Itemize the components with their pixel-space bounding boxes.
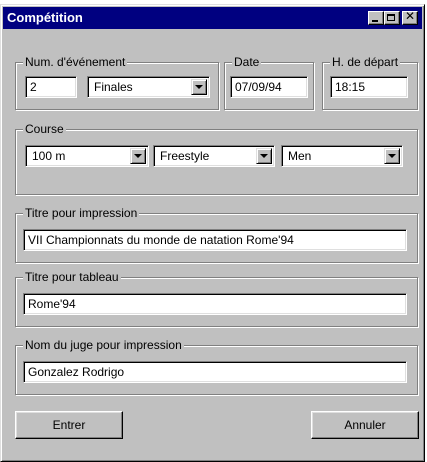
print-title-field[interactable]: VII Championnats du monde de natation Ro… bbox=[23, 229, 407, 251]
gender-dropdown-button[interactable] bbox=[384, 148, 400, 164]
title-bar[interactable]: Compétition ✕ bbox=[3, 7, 422, 29]
close-icon: ✕ bbox=[404, 9, 416, 23]
maximize-icon bbox=[387, 14, 395, 21]
event-number-label: Num. d'événement bbox=[23, 55, 128, 69]
start-time-field[interactable]: 18:15 bbox=[330, 76, 408, 98]
round-select-value: Finales bbox=[94, 80, 133, 94]
start-time-label: H. de départ bbox=[330, 55, 401, 69]
cancel-button[interactable]: Annuler bbox=[311, 411, 419, 439]
minimize-icon bbox=[372, 20, 378, 22]
chevron-down-icon bbox=[134, 154, 142, 158]
event-number-field[interactable]: 2 bbox=[25, 76, 77, 98]
close-button[interactable]: ✕ bbox=[402, 9, 418, 25]
enter-button[interactable]: Entrer bbox=[15, 411, 123, 439]
stroke-select[interactable]: Freestyle bbox=[153, 145, 275, 167]
chevron-down-icon bbox=[195, 85, 203, 89]
chevron-down-icon bbox=[388, 154, 396, 158]
distance-dropdown-button[interactable] bbox=[130, 148, 146, 164]
minimize-button[interactable] bbox=[368, 11, 384, 25]
round-dropdown-button[interactable] bbox=[191, 79, 207, 95]
board-title-field[interactable]: Rome'94 bbox=[23, 293, 407, 315]
judge-field[interactable]: Gonzalez Rodrigo bbox=[23, 361, 407, 383]
date-field[interactable]: 07/09/94 bbox=[230, 76, 308, 98]
window-title: Compétition bbox=[7, 10, 83, 25]
judge-label: Nom du juge pour impression bbox=[23, 338, 184, 352]
race-label: Course bbox=[23, 122, 66, 136]
maximize-button[interactable] bbox=[384, 11, 400, 25]
stroke-dropdown-button[interactable] bbox=[256, 148, 272, 164]
round-select[interactable]: Finales bbox=[87, 76, 210, 98]
print-title-label: Titre pour impression bbox=[23, 206, 140, 220]
stroke-select-value: Freestyle bbox=[160, 149, 210, 163]
date-label: Date bbox=[232, 55, 262, 69]
chevron-down-icon bbox=[260, 154, 268, 158]
distance-select[interactable]: 100 m bbox=[25, 145, 149, 167]
competition-dialog: Compétition ✕ Num. d'événement 2 Finales… bbox=[0, 4, 425, 462]
gender-select-value: Men bbox=[288, 149, 312, 163]
distance-select-value: 100 m bbox=[32, 149, 66, 163]
board-title-label: Titre pour tableau bbox=[23, 270, 121, 284]
gender-select[interactable]: Men bbox=[281, 145, 403, 167]
